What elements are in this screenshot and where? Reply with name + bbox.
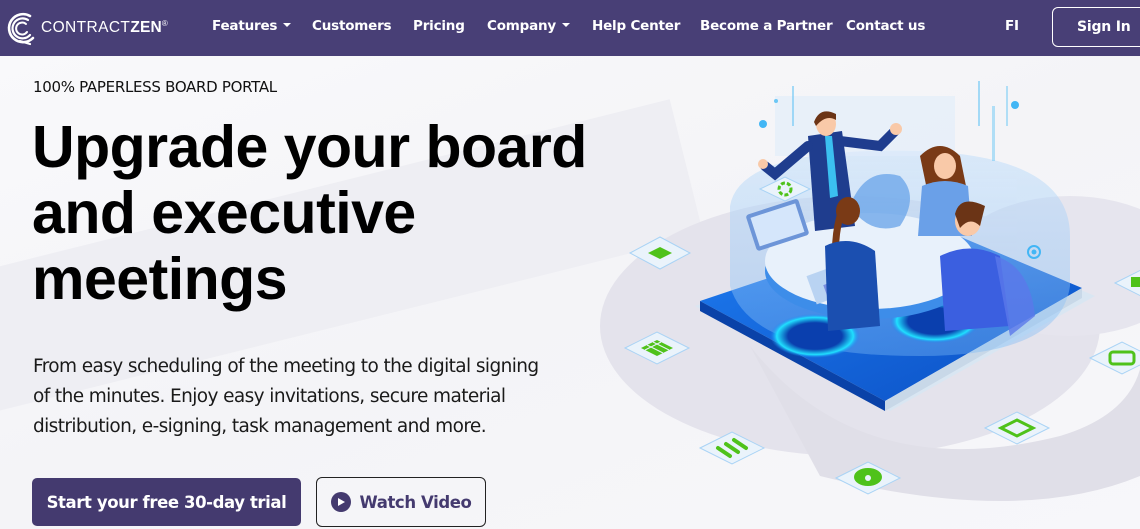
nav-pricing[interactable]: Pricing [413,18,465,34]
swirl-c-logo-icon [7,12,35,46]
start-free-trial-button[interactable]: Start your free 30-day trial [32,478,301,526]
sign-in-button[interactable]: Sign In [1052,7,1140,47]
nav-become-partner[interactable]: Become a Partner [700,18,833,34]
chevron-down-icon [283,23,292,27]
hero-headline: Upgrade your board and executive meeting… [32,114,672,312]
meeting-illustration [600,81,1140,501]
description-line: distribution, e-signing, task management… [33,416,487,437]
nav-help-center[interactable]: Help Center [592,18,680,34]
description-line: From easy scheduling of the meeting to t… [33,356,539,377]
headline-line: and executive [32,180,416,246]
chevron-down-icon [562,23,571,27]
top-navbar: CONTRACTZEN® Features Customers Pricing … [0,0,1140,56]
description-line: of the minutes. Enjoy easy invitations, … [33,386,506,407]
watch-video-label: Watch Video [359,492,472,512]
feature-tile-mobile [1088,341,1140,375]
language-switch[interactable]: FI [1005,18,1019,34]
brand-logo[interactable]: CONTRACTZEN® [4,8,168,48]
nav-company[interactable]: Company [487,18,571,34]
nav-features[interactable]: Features [212,18,292,34]
nav-contact-us[interactable]: Contact us [846,18,925,34]
headline-line: meetings [32,246,288,312]
nav-customers[interactable]: Customers [312,18,392,34]
brand-name: CONTRACTZEN® [41,19,169,36]
headline-line: Upgrade your board [32,114,587,180]
hero-eyebrow: 100% PAPERLESS BOARD PORTAL [33,78,277,96]
watch-video-button[interactable]: Watch Video [316,477,486,527]
play-circle-icon [330,492,351,512]
hero-description: From easy scheduling of the meeting to t… [33,352,633,442]
